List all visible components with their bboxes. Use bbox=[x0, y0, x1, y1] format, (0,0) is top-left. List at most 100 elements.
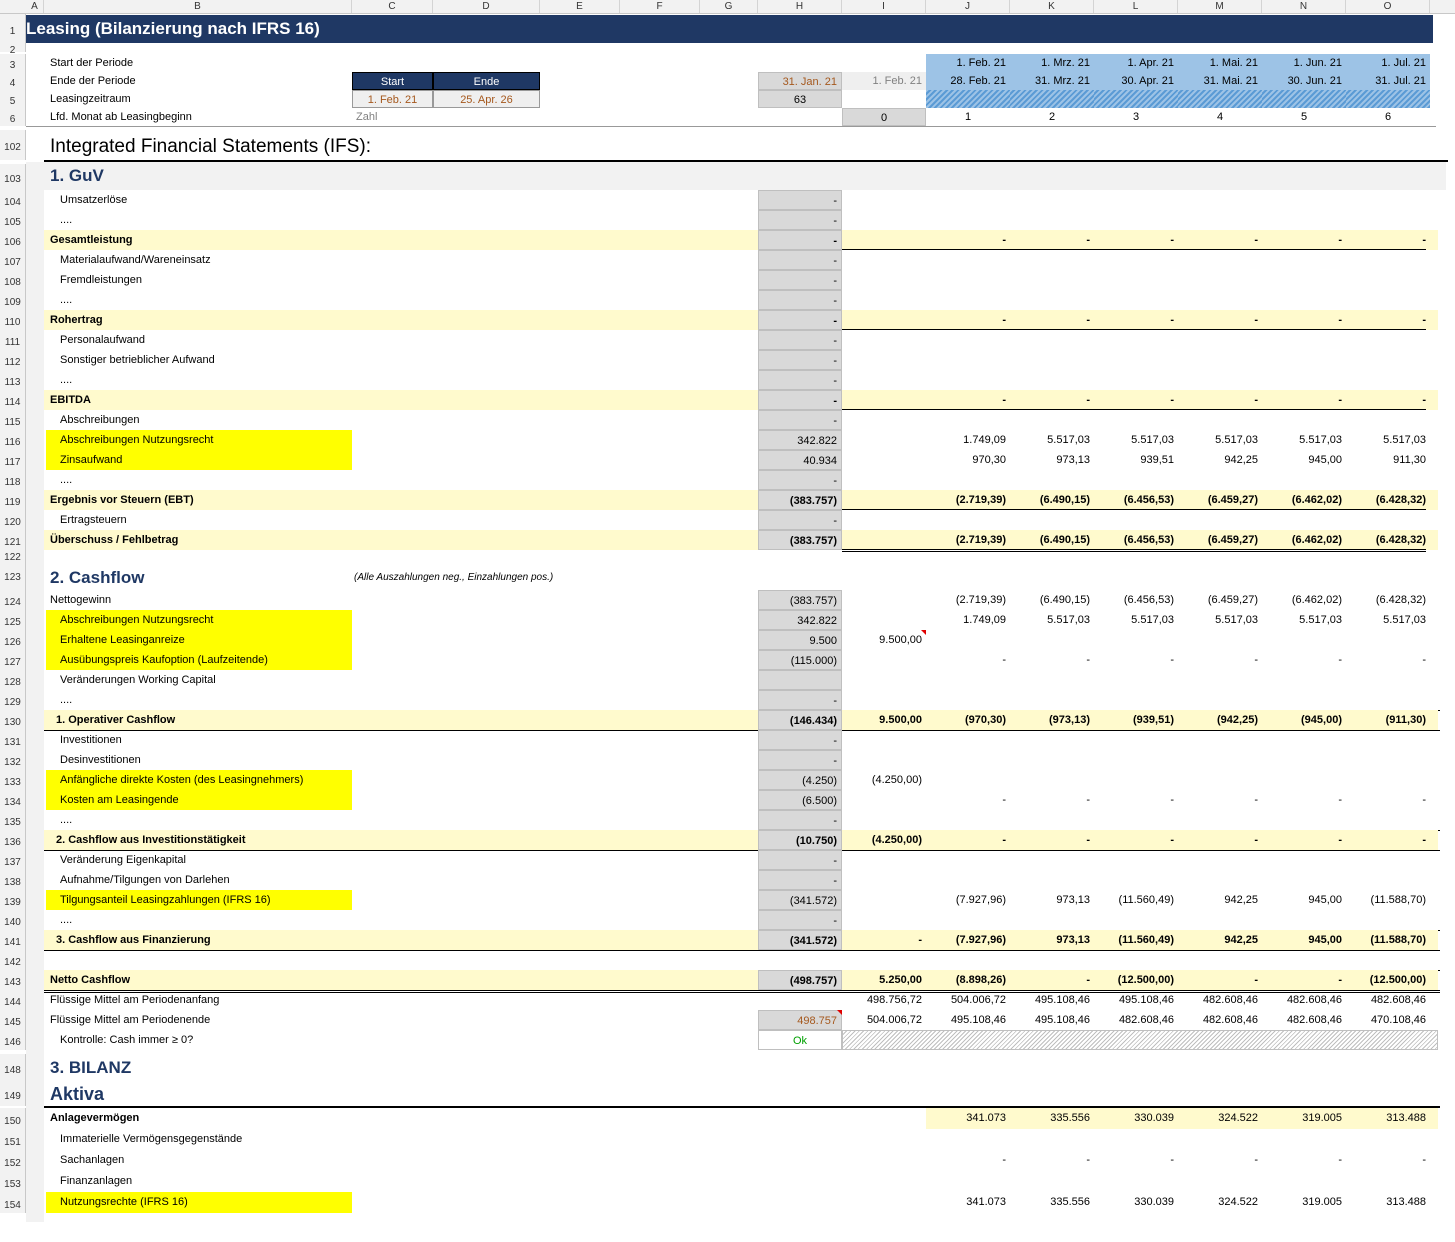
row-header-129[interactable]: 129 bbox=[0, 690, 26, 710]
column-header-j[interactable]: J bbox=[926, 0, 1010, 13]
row-header-151[interactable]: 151 bbox=[0, 1129, 26, 1150]
row-header-4[interactable]: 4 bbox=[0, 72, 26, 90]
row-header-107[interactable]: 107 bbox=[0, 250, 26, 270]
row-header-138[interactable]: 138 bbox=[0, 870, 26, 890]
row-header-154[interactable]: 154 bbox=[0, 1192, 26, 1213]
row-header-139[interactable]: 139 bbox=[0, 890, 26, 910]
period-start-5: 1. Jun. 21 bbox=[1262, 54, 1346, 72]
row-header-122[interactable]: 122 bbox=[0, 550, 26, 563]
row-header-2[interactable]: 2 bbox=[0, 43, 26, 56]
row-header-113[interactable]: 113 bbox=[0, 370, 26, 390]
column-header-i[interactable]: I bbox=[842, 0, 926, 13]
row-header-6[interactable]: 6 bbox=[0, 108, 26, 126]
column-header-k[interactable]: K bbox=[1010, 0, 1094, 13]
start-date-input[interactable]: 1. Feb. 21 bbox=[352, 90, 433, 108]
cf-val-130-2: (973,13) bbox=[1049, 714, 1090, 726]
row-header-141[interactable]: 141 bbox=[0, 930, 26, 950]
row-header-130[interactable]: 130 bbox=[0, 710, 26, 730]
row-header-131[interactable]: 131 bbox=[0, 730, 26, 750]
row-header-109[interactable]: 109 bbox=[0, 290, 26, 310]
row-header-121[interactable]: 121 bbox=[0, 530, 26, 550]
row-header-146[interactable]: 146 bbox=[0, 1030, 26, 1050]
row-header-125[interactable]: 125 bbox=[0, 610, 26, 630]
comment-indicator-icon[interactable] bbox=[921, 630, 926, 635]
column-header-f[interactable]: F bbox=[620, 0, 700, 13]
column-header-l[interactable]: L bbox=[1094, 0, 1178, 13]
comment-indicator-icon[interactable] bbox=[837, 1010, 842, 1015]
row-header-133[interactable]: 133 bbox=[0, 770, 26, 790]
row-header-104[interactable]: 104 bbox=[0, 190, 26, 210]
row-header-112[interactable]: 112 bbox=[0, 350, 26, 370]
row-header-128[interactable]: 128 bbox=[0, 670, 26, 690]
cf-h-130: (146.434) bbox=[758, 710, 842, 730]
row-header-124[interactable]: 124 bbox=[0, 590, 26, 610]
period-start-1: 1. Feb. 21 bbox=[926, 54, 1010, 72]
cf-val-145-4: 482.608,46 bbox=[1202, 1014, 1258, 1026]
column-header-a[interactable]: A bbox=[26, 0, 44, 13]
column-header-e[interactable]: E bbox=[540, 0, 620, 13]
row-header-115[interactable]: 115 bbox=[0, 410, 26, 430]
period-end-6: 31. Jul. 21 bbox=[1346, 72, 1430, 90]
cf-val-134-2: - bbox=[1086, 794, 1090, 806]
cf-val-136-3: - bbox=[1170, 834, 1174, 846]
row-header-5[interactable]: 5 bbox=[0, 90, 26, 108]
column-header-h[interactable]: H bbox=[758, 0, 842, 13]
row-header-106[interactable]: 106 bbox=[0, 230, 26, 250]
cf-val-130-4: (942,25) bbox=[1217, 714, 1258, 726]
row-header-120[interactable]: 120 bbox=[0, 510, 26, 530]
bil-val-154-2: 335.556 bbox=[1050, 1196, 1090, 1208]
column-header-o[interactable]: O bbox=[1346, 0, 1430, 13]
row-header-136[interactable]: 136 bbox=[0, 830, 26, 850]
row-header-118[interactable]: 118 bbox=[0, 470, 26, 490]
row-header-3[interactable]: 3 bbox=[0, 54, 26, 72]
cf-h-131: - bbox=[758, 730, 842, 750]
cf-val-124-2: (6.490,15) bbox=[1039, 594, 1090, 606]
row-header-140[interactable]: 140 bbox=[0, 910, 26, 930]
row-header-114[interactable]: 114 bbox=[0, 390, 26, 410]
row-header-110[interactable]: 110 bbox=[0, 310, 26, 330]
row-header-144[interactable]: 144 bbox=[0, 990, 26, 1010]
row-header-150[interactable]: 150 bbox=[0, 1108, 26, 1129]
column-header-g[interactable]: G bbox=[700, 0, 758, 13]
column-header-m[interactable]: M bbox=[1178, 0, 1262, 13]
row-header-1[interactable]: 1 bbox=[0, 14, 26, 43]
row-header-111[interactable]: 111 bbox=[0, 330, 26, 350]
guv-label-105: .... bbox=[60, 214, 73, 226]
column-header-d[interactable]: D bbox=[433, 0, 540, 13]
period-start-4: 1. Mai. 21 bbox=[1178, 54, 1262, 72]
row-header-102[interactable]: 102 bbox=[0, 130, 26, 160]
row-header-142[interactable]: 142 bbox=[0, 950, 26, 970]
row-header-145[interactable]: 145 bbox=[0, 1010, 26, 1030]
row-header-103[interactable]: 103 bbox=[0, 164, 26, 190]
column-header-n[interactable]: N bbox=[1262, 0, 1346, 13]
row-header-105[interactable]: 105 bbox=[0, 210, 26, 230]
column-header-c[interactable]: C bbox=[352, 0, 433, 13]
guv-val-110-5: - bbox=[1338, 314, 1342, 326]
bil-label-154: Nutzungsrechte (IFRS 16) bbox=[60, 1196, 188, 1208]
row-header-143[interactable]: 143 bbox=[0, 970, 26, 990]
row-header-126[interactable]: 126 bbox=[0, 630, 26, 650]
row-header-134[interactable]: 134 bbox=[0, 790, 26, 810]
row-header-119[interactable]: 119 bbox=[0, 490, 26, 510]
guv-h-121: (383.757) bbox=[758, 530, 842, 550]
column-header-b[interactable]: B bbox=[44, 0, 352, 13]
row-header-153[interactable]: 153 bbox=[0, 1171, 26, 1192]
guv-h-116: 342.822 bbox=[758, 430, 842, 450]
row-header-117[interactable]: 117 bbox=[0, 450, 26, 470]
cashflow-note: (Alle Auszahlungen neg., Einzahlungen po… bbox=[354, 572, 554, 583]
row-header-135[interactable]: 135 bbox=[0, 810, 26, 830]
row-header-123[interactable]: 123 bbox=[0, 560, 26, 590]
row-header-137[interactable]: 137 bbox=[0, 850, 26, 870]
guv-val-117-4: 942,25 bbox=[1224, 454, 1258, 466]
cf-val-143-6: (12.500,00) bbox=[1369, 974, 1426, 986]
row-header-149[interactable]: 149 bbox=[0, 1082, 26, 1106]
row-header-127[interactable]: 127 bbox=[0, 650, 26, 670]
ende-date-input[interactable]: 25. Apr. 26 bbox=[433, 90, 540, 108]
cf-label-125: Abschreibungen Nutzungsrecht bbox=[60, 614, 214, 626]
row-header-108[interactable]: 108 bbox=[0, 270, 26, 290]
row-header-152[interactable]: 152 bbox=[0, 1150, 26, 1171]
row-header-148[interactable]: 148 bbox=[0, 1054, 26, 1082]
border-line bbox=[44, 950, 1440, 951]
row-header-132[interactable]: 132 bbox=[0, 750, 26, 770]
row-header-116[interactable]: 116 bbox=[0, 430, 26, 450]
